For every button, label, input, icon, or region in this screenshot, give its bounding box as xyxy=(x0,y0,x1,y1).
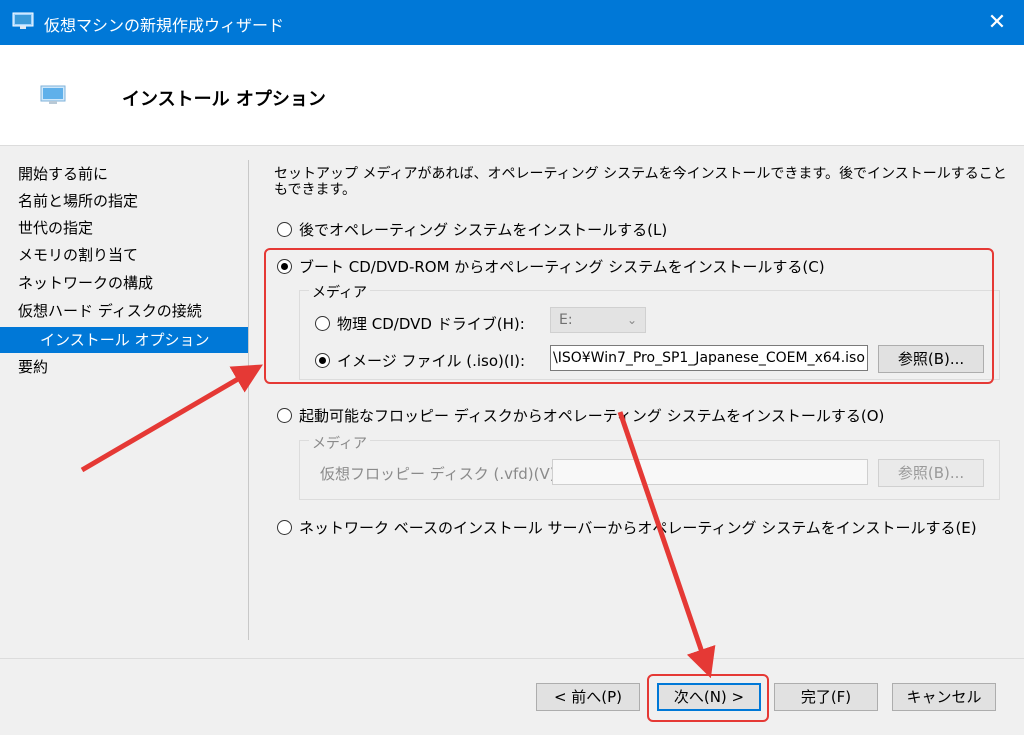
title-bar: 仮想マシンの新規作成ウィザード ✕ xyxy=(0,0,1024,45)
page-title: インストール オプション xyxy=(122,89,326,110)
nav-item-network[interactable]: ネットワークの構成 xyxy=(0,270,248,296)
nav-item-virtual-disk[interactable]: 仮想ハード ディスクの接続 xyxy=(0,298,248,324)
finish-button[interactable]: 完了(F) xyxy=(774,683,878,711)
vfd-path-input[interactable] xyxy=(552,459,868,485)
close-icon[interactable]: ✕ xyxy=(980,8,1014,38)
radio-boot-cd[interactable] xyxy=(277,259,292,274)
browse-vfd-button[interactable]: 参照(B)... xyxy=(878,459,984,487)
nav-item-name-location[interactable]: 名前と場所の指定 xyxy=(0,188,248,214)
option-boot-cd-label: ブート CD/DVD-ROM からオペレーティング システムをインストールする(… xyxy=(299,258,825,276)
option-install-later-label: 後でオペレーティング システムをインストールする(L) xyxy=(299,221,668,239)
option-floppy-label: 起動可能なフロッピー ディスクからオペレーティング システムをインストールする(… xyxy=(299,407,885,425)
nav-item-summary[interactable]: 要約 xyxy=(0,354,248,380)
wizard-header: インストール オプション xyxy=(0,45,1024,146)
browse-iso-button[interactable]: 参照(B)... xyxy=(878,345,984,373)
radio-image-file[interactable] xyxy=(315,353,330,368)
radio-network[interactable] xyxy=(277,520,292,535)
nav-item-install-options[interactable]: インストール オプション xyxy=(0,327,248,353)
option-install-later[interactable]: 後でオペレーティング システムをインストールする(L) xyxy=(277,219,667,240)
wizard-steps-nav: 開始する前に 名前と場所の指定 世代の指定 メモリの割り当て ネットワークの構成… xyxy=(0,146,248,658)
option-boot-cd[interactable]: ブート CD/DVD-ROM からオペレーティング システムをインストールする(… xyxy=(277,256,825,277)
main-content: セットアップ メディアがあれば、オペレーティング システムを今インストールできま… xyxy=(262,146,1022,658)
option-network[interactable]: ネットワーク ベースのインストール サーバーからオペレーティング システムをイン… xyxy=(277,517,977,538)
drive-select[interactable]: E: ⌄ xyxy=(550,307,646,333)
nav-item-memory[interactable]: メモリの割り当て xyxy=(0,242,248,268)
iso-path-input[interactable]: \ISO¥Win7_Pro_SP1_Japanese_COEM_x64.iso xyxy=(550,345,868,371)
previous-button[interactable]: < 前へ(P) xyxy=(536,683,640,711)
option-image-file-label: イメージ ファイル (.iso)(I): xyxy=(337,352,526,370)
radio-physical-drive[interactable] xyxy=(315,316,330,331)
media-group-cd-label: メディア xyxy=(309,282,371,302)
intro-text: セットアップ メディアがあれば、オペレーティング システムを今インストールできま… xyxy=(274,166,1007,198)
next-button[interactable]: 次へ(N) > xyxy=(657,683,761,711)
chevron-down-icon: ⌄ xyxy=(626,313,637,327)
monitor-icon xyxy=(40,85,66,104)
radio-floppy[interactable] xyxy=(277,408,292,423)
nav-item-generation[interactable]: 世代の指定 xyxy=(0,215,248,241)
cancel-button[interactable]: キャンセル xyxy=(892,683,996,711)
nav-divider xyxy=(248,160,249,640)
window-title: 仮想マシンの新規作成ウィザード xyxy=(44,16,285,35)
drive-select-value: E: xyxy=(559,312,573,328)
hyper-v-wizard-icon xyxy=(12,12,34,29)
nav-item-before-you-begin[interactable]: 開始する前に xyxy=(0,161,248,187)
footer-divider xyxy=(0,658,1024,659)
vfd-label: 仮想フロッピー ディスク (.vfd)(V): xyxy=(320,465,561,483)
radio-install-later[interactable] xyxy=(277,222,292,237)
option-physical-drive-label: 物理 CD/DVD ドライブ(H): xyxy=(337,315,525,333)
option-network-label: ネットワーク ベースのインストール サーバーからオペレーティング システムをイン… xyxy=(299,519,977,537)
option-physical-drive[interactable]: 物理 CD/DVD ドライブ(H): xyxy=(315,313,525,334)
media-group-floppy-label: メディア xyxy=(309,433,371,453)
option-floppy[interactable]: 起動可能なフロッピー ディスクからオペレーティング システムをインストールする(… xyxy=(277,405,884,426)
option-image-file[interactable]: イメージ ファイル (.iso)(I): xyxy=(315,350,525,371)
